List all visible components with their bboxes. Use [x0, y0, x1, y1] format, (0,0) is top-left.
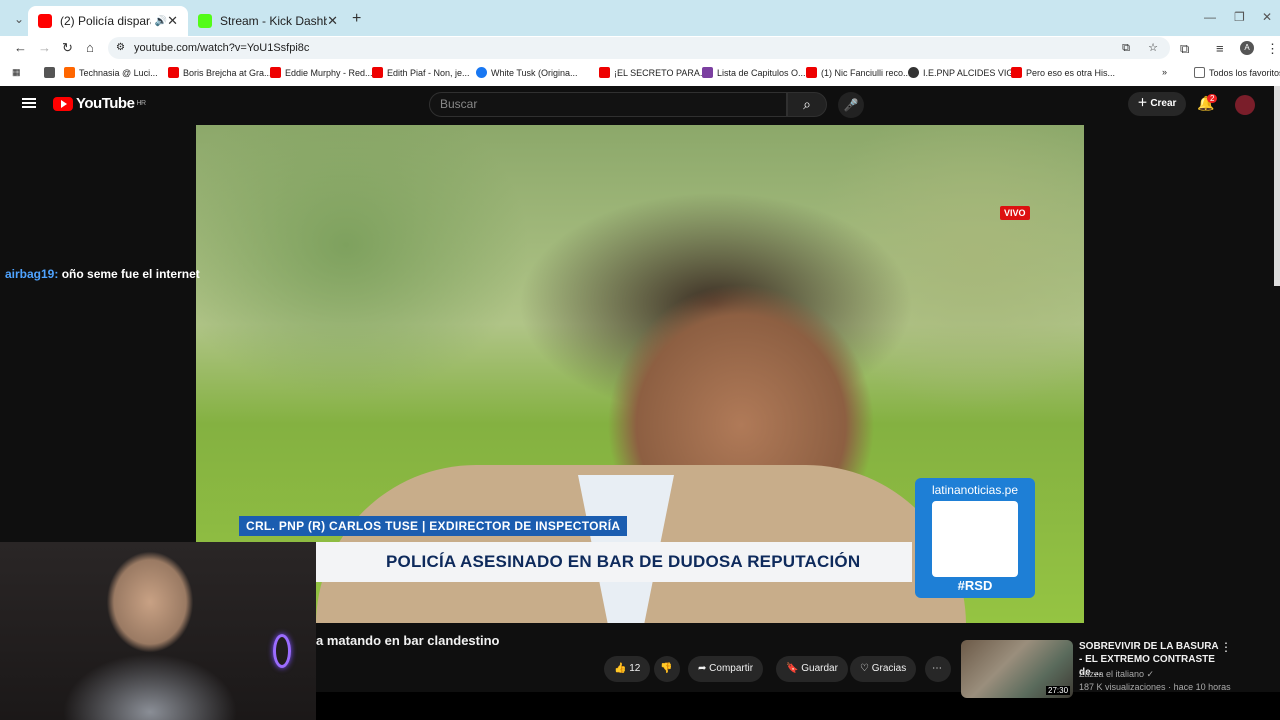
apps-icon[interactable]: ▦ [12, 67, 21, 78]
more-actions-button[interactable]: ⋯ [925, 656, 951, 682]
address-bar[interactable]: ⚙ youtube.com/watch?v=YoU1Ssfpi8c ⧉ ☆ [108, 37, 1170, 59]
chat-overlay: airbag19: oño seme fue el internet [5, 267, 200, 281]
recommended-channel[interactable]: Zazza el italiano ✓ [1079, 669, 1154, 680]
bookmark-10[interactable]: Pero eso es otra His... [1011, 67, 1115, 78]
restore-icon[interactable]: ❐ [1234, 10, 1245, 24]
create-button[interactable]: ＋ Crear [1128, 92, 1186, 116]
reload-icon[interactable]: ↻ [62, 40, 73, 56]
back-icon[interactable]: ← [14, 40, 27, 55]
account-avatar[interactable] [1235, 95, 1255, 115]
media-icon[interactable]: ≡ [1216, 41, 1224, 56]
bookmark-5[interactable]: White Tusk (Origina... [476, 67, 578, 78]
bookmark-7[interactable]: Lista de Capitulos O... [702, 67, 806, 78]
minimize-icon[interactable]: — [1204, 10, 1216, 24]
bookmark-4[interactable]: Edith Piaf - Non, je... [372, 67, 470, 78]
kick-favicon [198, 14, 212, 28]
bookmark-1[interactable]: Technasia @ Luci... [64, 67, 158, 78]
search-input[interactable]: Buscar [429, 92, 787, 117]
bookmark-0[interactable] [44, 67, 59, 78]
browser-tabstrip: ⌄ (2) Policía dispara a hombre 🔊 ✕ Strea… [0, 0, 1280, 36]
chat-user: airbag19: [5, 267, 59, 281]
install-icon[interactable]: ⧉ [1122, 37, 1130, 59]
dislike-button[interactable]: 👎 [654, 656, 680, 682]
new-tab-icon[interactable]: + [352, 10, 361, 28]
bookmark-star-icon[interactable]: ☆ [1148, 37, 1158, 59]
search-icon[interactable]: ⌕ [787, 92, 827, 117]
url-text: youtube.com/watch?v=YoU1Ssfpi8c [134, 42, 310, 54]
youtube-page: YouTube HR Buscar ⌕ 🎤 ＋ Crear 🔔 2 VIVO C… [0, 86, 1280, 720]
more-bookmarks-icon[interactable]: » [1162, 67, 1167, 77]
profile-avatar[interactable]: A [1240, 41, 1254, 55]
youtube-favicon [38, 14, 52, 28]
share-button[interactable]: ➦ Compartir [688, 656, 764, 682]
tab-kick[interactable]: Stream - Kick Dashboard ✕ [188, 6, 348, 36]
all-bookmarks[interactable]: Todos los favoritos [1194, 67, 1280, 78]
recommended-duration: 27:30 [1046, 686, 1071, 695]
qr-box: latinanoticias.pe #RSD [915, 478, 1035, 598]
recommended-meta: 187 K visualizaciones · hace 10 horas [1079, 682, 1231, 692]
youtube-logo[interactable]: YouTube HR [53, 95, 146, 112]
tab-search-icon[interactable]: ⌄ [14, 12, 24, 26]
headline-banner: POLICÍA ASESINADO EN BAR DE DUDOSA REPUT… [316, 542, 912, 582]
qr-hashtag: #RSD [957, 578, 993, 593]
save-button[interactable]: 🔖 Guardar [776, 656, 848, 682]
chat-message: oño seme fue el internet [61, 267, 200, 281]
site-info-icon[interactable]: ⚙ [116, 37, 125, 59]
youtube-play-icon [53, 96, 73, 111]
video-title: a matando en bar clandestino [316, 633, 500, 648]
notification-badge: 2 [1207, 94, 1218, 103]
extensions-icon[interactable]: ⧉ [1180, 41, 1189, 57]
qr-url: latinanoticias.pe [931, 483, 1019, 497]
bookmarks-bar: ▦ Technasia @ Luci... Boris Brejcha at G… [0, 60, 1280, 86]
tab-label: Stream - Kick Dashboard [220, 14, 328, 28]
qr-code-icon [932, 501, 1018, 577]
menu-dots-icon[interactable]: ⋮ [1266, 41, 1279, 57]
forward-icon[interactable]: → [38, 40, 51, 55]
tab-youtube[interactable]: (2) Policía dispara a hombre 🔊 ✕ [28, 6, 188, 36]
microphone-icon[interactable]: 🎤 [838, 92, 864, 118]
microphone-light-icon [273, 634, 291, 668]
below-video-area [316, 692, 1280, 720]
hamburger-menu-icon[interactable] [22, 98, 36, 108]
lower-third-name: CRL. PNP (R) CARLOS TUSE | EXDIRECTOR DE… [239, 516, 628, 536]
close-window-icon[interactable]: ✕ [1262, 10, 1272, 24]
recommended-menu-icon[interactable]: ⋮ [1220, 640, 1232, 654]
scrollbar[interactable] [1274, 86, 1280, 286]
close-tab-icon[interactable]: ✕ [327, 13, 338, 29]
bookmark-3[interactable]: Eddie Murphy - Red... [270, 67, 373, 78]
like-button[interactable]: 👍 12 [604, 656, 650, 682]
tab-label: (2) Policía dispara a hombre [60, 14, 151, 28]
live-badge: VIVO [1000, 206, 1030, 220]
video-player[interactable]: VIVO CRL. PNP (R) CARLOS TUSE | EXDIRECT… [196, 125, 1084, 623]
audio-icon[interactable]: 🔊 [155, 16, 167, 27]
bookmark-2[interactable]: Boris Brejcha at Gra... [168, 67, 272, 78]
bookmark-9[interactable]: I.E.PNP ALCIDES VIG... [908, 67, 1021, 78]
webcam-overlay [0, 542, 316, 720]
close-tab-icon[interactable]: ✕ [167, 13, 178, 29]
thanks-button[interactable]: ♡ Gracias [850, 656, 917, 682]
home-icon[interactable]: ⌂ [86, 40, 94, 55]
bookmark-8[interactable]: (1) Nic Fanciulli reco... [806, 67, 911, 78]
bookmark-6[interactable]: ¡EL SECRETO PARA... [599, 67, 707, 78]
